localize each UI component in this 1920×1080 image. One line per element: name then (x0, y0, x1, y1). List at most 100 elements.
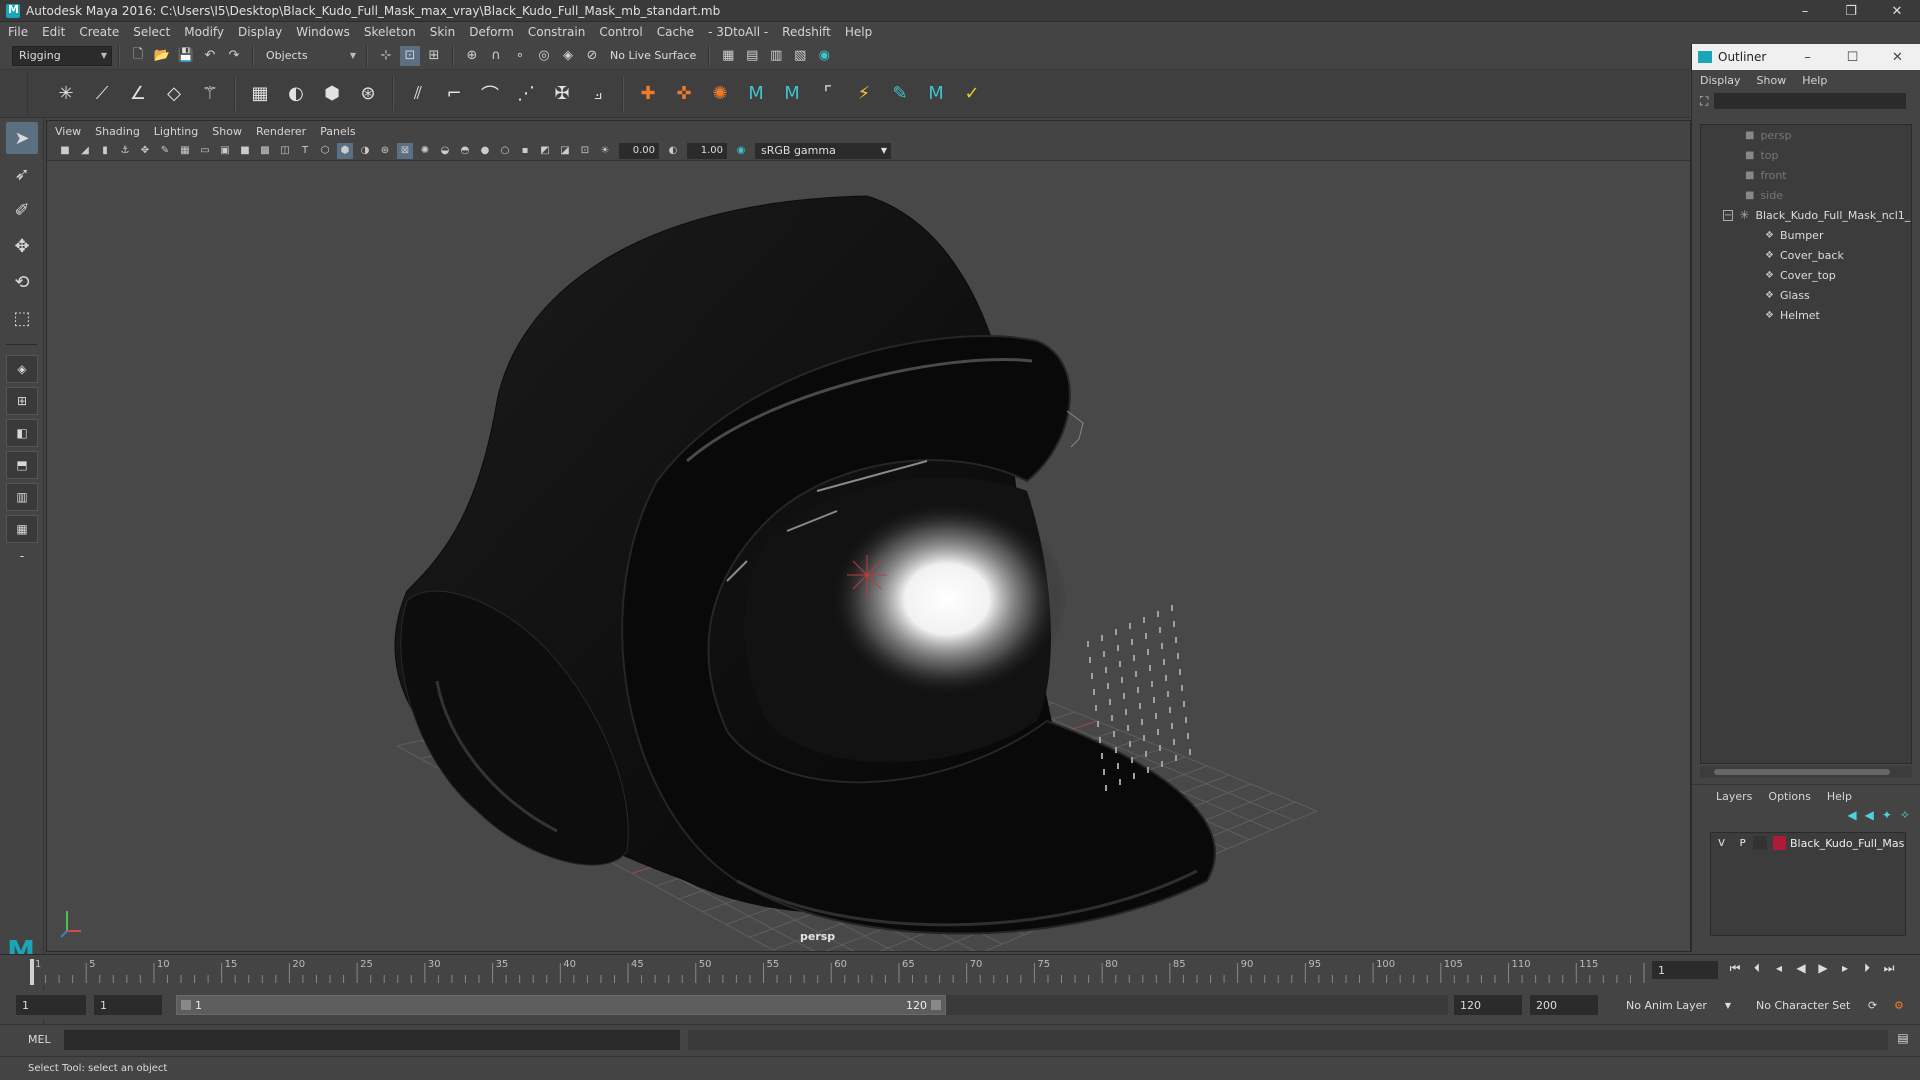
open-scene-icon[interactable]: 📂 (152, 46, 172, 66)
outliner-item-persp[interactable]: ■ persp (1701, 125, 1911, 145)
grid-toggle-icon[interactable]: ▦ (177, 143, 193, 159)
ik-spline-icon[interactable]: ∠ (124, 80, 152, 108)
xray-icon[interactable]: ◩ (537, 143, 553, 159)
outliner-item-glass[interactable]: ❖ Glass (1701, 285, 1911, 305)
maya-script-icon-b[interactable]: M (778, 80, 806, 108)
anim-layer-dropdown[interactable]: No Anim Layer ▼ (1620, 995, 1740, 1015)
outliner-maximize-button[interactable]: ☐ (1830, 50, 1875, 65)
shadows-icon[interactable]: ✺ (417, 143, 433, 159)
new-layer-icon[interactable]: ✦ (1882, 808, 1892, 826)
menu-modify[interactable]: Modify (184, 25, 224, 39)
animation-start-field[interactable]: 1 (16, 995, 86, 1015)
time-ruler[interactable]: 1 5 10 15 20 25 30 35 40 45 50 55 60 65 70 75 80 85 90 95 10… (28, 955, 1648, 987)
skin-tool-icon[interactable]: ⚡ (850, 80, 878, 108)
save-scene-icon[interactable]: 💾 (176, 46, 196, 66)
default-material-icon[interactable]: ◑ (357, 143, 373, 159)
filter-icon[interactable]: ⛶ (1700, 94, 1708, 109)
menu-file[interactable]: File (8, 25, 28, 39)
hypershade-layout-icon[interactable]: ▥ (6, 483, 38, 511)
step-back-key-icon[interactable]: ⏴ (1746, 961, 1768, 976)
paint-skin-icon[interactable]: ✎ (886, 80, 914, 108)
undo-icon[interactable]: ↶ (200, 46, 220, 66)
render-settings-icon[interactable]: ▥ (766, 46, 786, 66)
outliner-item-cover-back[interactable]: ❖ Cover_back (1701, 245, 1911, 265)
command-language-label[interactable]: MEL (28, 1033, 51, 1046)
bind-skin-icon[interactable]: ◇ (160, 80, 188, 108)
isolate-select-icon[interactable]: ▪ (517, 143, 533, 159)
snap-live-icon[interactable]: ⊘ (582, 46, 602, 66)
collapse-icon[interactable]: − (1723, 209, 1734, 221)
menu-edit[interactable]: Edit (42, 25, 65, 39)
gamma-field[interactable]: 1.00 (687, 142, 727, 159)
ik-handle-icon[interactable]: ⟋ (88, 80, 116, 108)
outliner-item-bumper[interactable]: ❖ Bumper (1701, 225, 1911, 245)
vp-menu-view[interactable]: View (55, 125, 81, 138)
outliner-minimize-button[interactable]: – (1785, 50, 1830, 65)
select-hierarchy-icon[interactable]: ⊹ (376, 46, 396, 66)
snap-curve-icon[interactable]: ∩ (486, 46, 506, 66)
layer-row[interactable]: V P Black_Kudo_Full_Mask (1711, 833, 1905, 853)
menu-select[interactable]: Select (133, 25, 170, 39)
paint-weights-icon[interactable]: ⟓ (584, 80, 612, 108)
maya-script-icon-c[interactable]: M (922, 80, 950, 108)
outliner-menu-display[interactable]: Display (1700, 74, 1741, 87)
new-scene-icon[interactable]: 🗋 (128, 46, 148, 66)
layer-color-swatch[interactable] (1772, 836, 1786, 850)
lasso-tool-icon[interactable]: ➶ (6, 158, 38, 190)
ipr-render-icon[interactable]: ▤ (742, 46, 762, 66)
exposure-field[interactable]: 0.00 (619, 142, 659, 159)
create-joints-icon[interactable]: ✳ (52, 80, 80, 108)
textured-icon[interactable]: ⊛ (377, 143, 393, 159)
layer-menu-layers[interactable]: Layers (1716, 790, 1752, 803)
menuset-dropdown[interactable]: Rigging (12, 45, 112, 66)
snap-view-icon[interactable]: ◎ (534, 46, 554, 66)
check-tool-icon[interactable]: ✓ (958, 80, 986, 108)
orient-constraint-icon[interactable]: ✺ (706, 80, 734, 108)
playback-end-field[interactable]: 120 (1454, 995, 1522, 1015)
range-slider[interactable]: 1 120 (176, 995, 1448, 1015)
nonlinear-bend-icon[interactable]: ⌐ (440, 80, 468, 108)
vp-menu-panels[interactable]: Panels (320, 125, 355, 138)
screen-space-ao-icon[interactable]: ◒ (437, 143, 453, 159)
cluster-icon[interactable]: ⊛ (354, 80, 382, 108)
camera-attrs-icon[interactable]: ◢ (77, 143, 93, 159)
color-space-dropdown[interactable]: sRGB gamma (755, 142, 891, 159)
empty-shelf-slot[interactable]: ⌜ (814, 80, 842, 108)
four-view-layout-icon[interactable]: ⊞ (6, 387, 38, 415)
outliner-item-front[interactable]: ■ front (1701, 165, 1911, 185)
hypershade-icon[interactable]: ▧ (790, 46, 810, 66)
outliner-close-button[interactable]: ✕ (1875, 50, 1920, 65)
step-forward-frame-icon[interactable]: ▸ (1834, 961, 1856, 976)
menu-skin[interactable]: Skin (430, 25, 456, 39)
snap-surface-icon[interactable]: ◈ (558, 46, 578, 66)
outliner-horizontal-scrollbar[interactable] (1700, 766, 1912, 778)
menu-constrain[interactable]: Constrain (528, 25, 586, 39)
layer-menu-options[interactable]: Options (1768, 790, 1810, 803)
current-frame-field[interactable]: 1 (1652, 961, 1718, 979)
snap-grid-icon[interactable]: ⊕ (462, 46, 482, 66)
auto-key-icon[interactable]: ⟳ (1862, 995, 1886, 1015)
single-view-layout-icon[interactable]: ◈ (6, 355, 38, 383)
playback-start-field[interactable]: 1 (94, 995, 162, 1015)
layer-visibility-toggle[interactable]: V (1711, 838, 1732, 849)
hik-skeleton-icon[interactable]: ⚚ (196, 80, 224, 108)
outliner-menu-help[interactable]: Help (1802, 74, 1827, 87)
toolbox-expand-icon[interactable]: - (6, 547, 38, 565)
go-to-start-icon[interactable]: ⏮ (1724, 961, 1746, 976)
point-constraint-icon[interactable]: ✚ (634, 80, 662, 108)
soft-mod-icon[interactable]: ✠ (548, 80, 576, 108)
field-chart-icon[interactable]: ▩ (257, 143, 273, 159)
aim-constraint-icon[interactable]: ✜ (670, 80, 698, 108)
menu-skeleton[interactable]: Skeleton (364, 25, 416, 39)
rotate-tool-icon[interactable]: ⟲ (6, 266, 38, 298)
vp-menu-renderer[interactable]: Renderer (256, 125, 306, 138)
select-component-icon[interactable]: ⊞ (424, 46, 444, 66)
menu-create[interactable]: Create (79, 25, 119, 39)
wrinkle-icon[interactable]: ⋰ (512, 80, 540, 108)
minimize-button[interactable]: – (1782, 0, 1828, 22)
blend-shape-icon[interactable]: ⫽ (404, 80, 432, 108)
xray-components-icon[interactable]: ⊡ (577, 143, 593, 159)
move-layer-up-icon[interactable]: ◀ (1847, 808, 1856, 826)
helmet-model[interactable] (394, 195, 1216, 935)
go-to-end-icon[interactable]: ⏭ (1878, 961, 1900, 976)
